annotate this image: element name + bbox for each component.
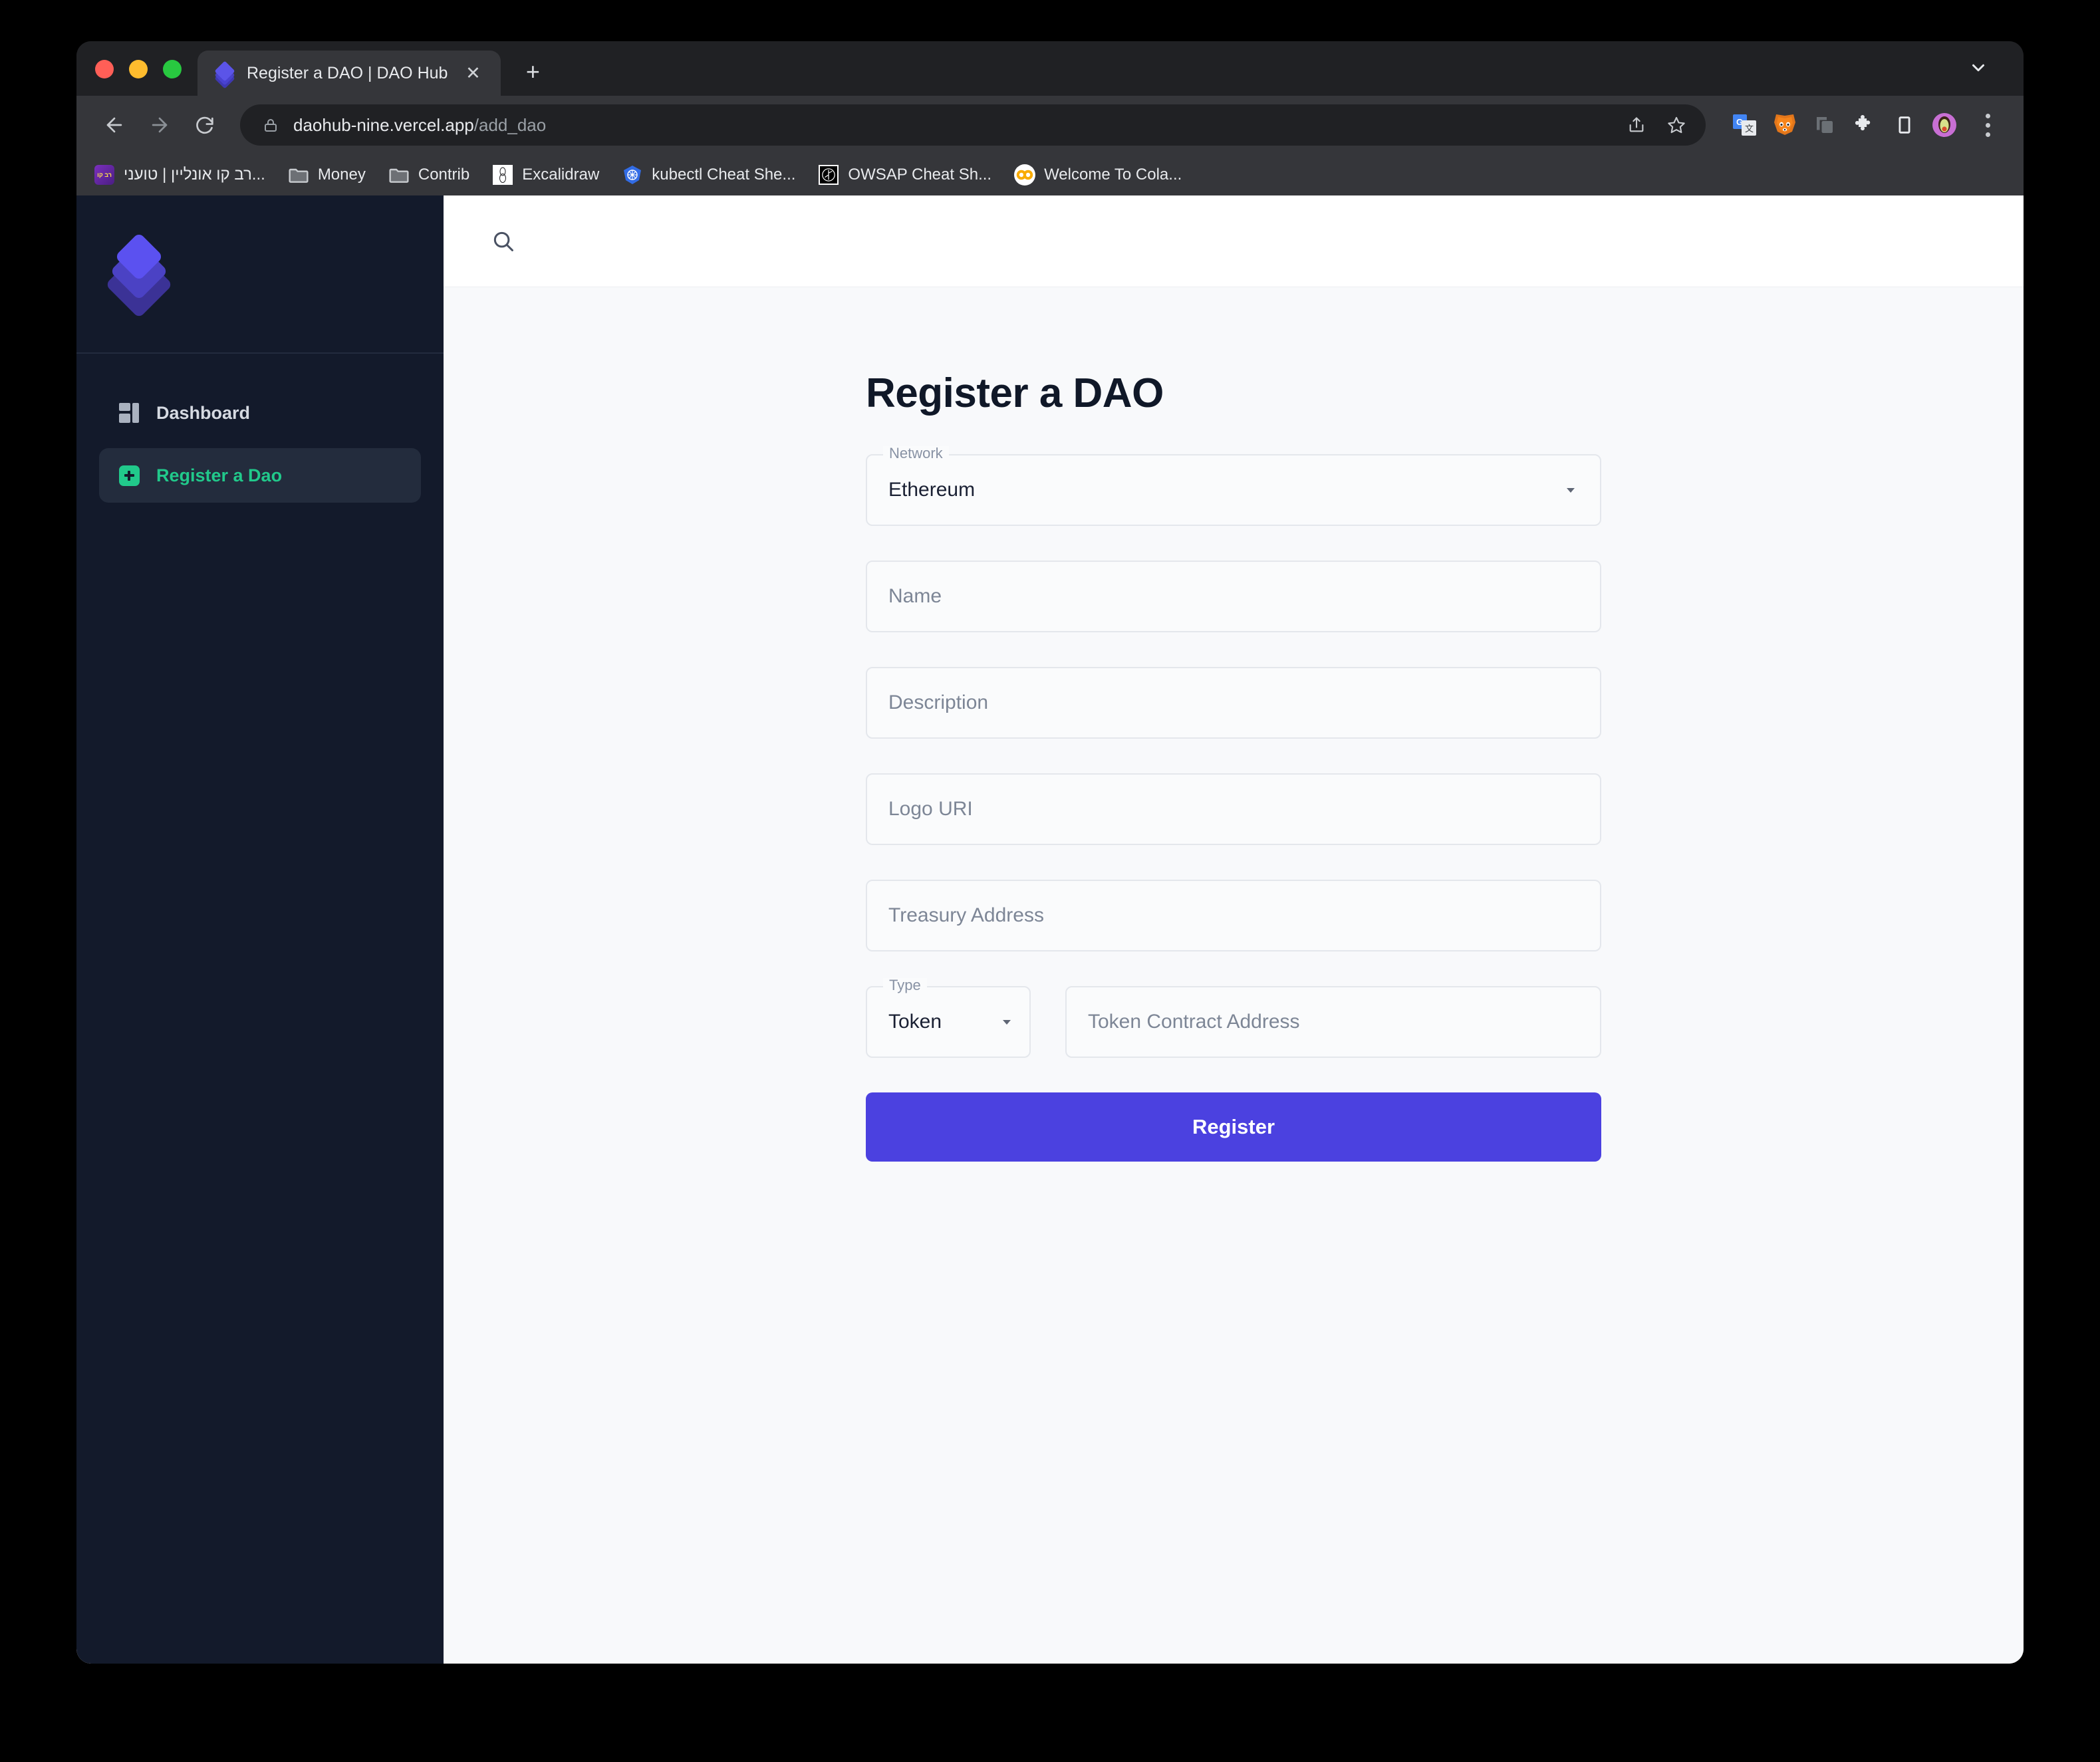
- url-text: daohub-nine.vercel.app/add_dao: [293, 115, 546, 136]
- url-domain: daohub-nine.vercel.app: [293, 114, 474, 135]
- puzzle-icon[interactable]: [1849, 110, 1880, 140]
- share-icon[interactable]: [1618, 106, 1655, 144]
- bookmark-item[interactable]: Welcome To Cola...: [1014, 160, 1182, 189]
- type-label: Type: [883, 978, 927, 993]
- three-dot-menu-icon[interactable]: [1972, 106, 2004, 144]
- page-title: Register a DAO: [866, 370, 1164, 416]
- bookmark-label: OWSAP Cheat Sh...: [848, 166, 992, 184]
- side-panel-icon[interactable]: [1889, 110, 1920, 140]
- kubernetes-favicon: [622, 164, 643, 186]
- page-viewport: Dashboard Register a Dao Register a DAO …: [76, 195, 2024, 1664]
- description-placeholder: Description: [888, 692, 989, 713]
- reload-icon[interactable]: [184, 104, 225, 146]
- bookmark-item[interactable]: Money: [288, 160, 366, 189]
- register-button[interactable]: Register: [866, 1092, 1601, 1162]
- svg-text:文: 文: [1745, 124, 1754, 134]
- bookmark-label: Money: [317, 166, 366, 184]
- chevron-down-icon: [999, 1014, 1015, 1030]
- search-icon[interactable]: [482, 220, 525, 263]
- logo-uri-placeholder: Logo URI: [888, 798, 973, 820]
- extension-icons: G 文: [1730, 110, 1960, 140]
- type-value: Token: [888, 1011, 942, 1033]
- window-controls: [95, 60, 197, 96]
- sidebar-item-register-a-dao[interactable]: Register a Dao: [99, 448, 421, 503]
- sidebar-item-label: Dashboard: [156, 402, 251, 423]
- new-tab-button[interactable]: +: [513, 52, 553, 92]
- token-contract-address-input[interactable]: Token Contract Address: [1065, 986, 1601, 1058]
- app-main: Register a DAO Network Ethereum Name Des…: [444, 195, 2024, 1664]
- treasury-address-input[interactable]: Treasury Address: [866, 880, 1601, 951]
- star-icon[interactable]: [1658, 106, 1695, 144]
- browser-window: Register a DAO | DAO Hub ✕ + daohub-nine…: [76, 41, 2024, 1664]
- window-capture-icon[interactable]: [1809, 110, 1840, 140]
- sidebar-nav: Dashboard Register a Dao: [76, 354, 444, 503]
- type-row: Type Token Token Contract Address: [866, 978, 1601, 1058]
- minimize-window-button[interactable]: [129, 60, 148, 78]
- owasp-favicon: [818, 164, 839, 186]
- folder-icon: [288, 164, 309, 186]
- bookmark-label: kubectl Cheat She...: [652, 166, 796, 184]
- metamask-icon[interactable]: [1770, 110, 1800, 140]
- bookmark-label: Contrib: [418, 166, 470, 184]
- tab-strip: Register a DAO | DAO Hub ✕ +: [76, 41, 2024, 96]
- maximize-window-button[interactable]: [163, 60, 182, 78]
- network-value: Ethereum: [888, 479, 976, 501]
- close-window-button[interactable]: [95, 60, 114, 78]
- profile-avatar[interactable]: [1929, 110, 1960, 140]
- app-sidebar: Dashboard Register a Dao: [76, 195, 444, 1664]
- address-bar[interactable]: daohub-nine.vercel.app/add_dao: [240, 104, 1706, 146]
- type-select[interactable]: Type Token: [866, 978, 1031, 1058]
- description-input[interactable]: Description: [866, 667, 1601, 739]
- lock-icon: [263, 117, 279, 133]
- bookmark-item[interactable]: OWSAP Cheat Sh...: [818, 160, 991, 189]
- close-icon[interactable]: ✕: [459, 60, 486, 86]
- bookmark-item[interactable]: kubectl Cheat She...: [622, 160, 795, 189]
- register-dao-form: Register a DAO Network Ethereum Name Des…: [866, 370, 1601, 1162]
- token-contract-address-placeholder: Token Contract Address: [1088, 1011, 1300, 1033]
- bookmarks-bar: רב קו רב קו אונליין | טועני... Money Con…: [76, 154, 2024, 195]
- bookmark-label: Welcome To Cola...: [1044, 166, 1182, 184]
- app-header: [444, 195, 2024, 287]
- plus-square-icon: [118, 464, 140, 487]
- browser-tab[interactable]: Register a DAO | DAO Hub ✕: [197, 51, 501, 96]
- excalidraw-favicon: [492, 164, 513, 186]
- arrow-left-icon[interactable]: [94, 104, 135, 146]
- bookmark-item[interactable]: Excalidraw: [492, 160, 599, 189]
- arrow-right-icon[interactable]: [139, 104, 180, 146]
- bookmark-label: רב קו אונליין | טועני...: [124, 166, 265, 184]
- sidebar-logo-area: [76, 195, 444, 354]
- rav-kav-favicon: רב קו: [94, 164, 115, 186]
- chevron-down-icon: [1563, 482, 1579, 498]
- treasury-address-placeholder: Treasury Address: [888, 904, 1044, 926]
- colab-favicon: [1014, 164, 1036, 186]
- dashboard-grid-icon: [118, 402, 140, 424]
- sidebar-item-dashboard[interactable]: Dashboard: [99, 386, 421, 440]
- network-label: Network: [883, 446, 949, 461]
- page-content: Register a DAO Network Ethereum Name Des…: [444, 287, 2024, 1664]
- name-input[interactable]: Name: [866, 561, 1601, 632]
- google-translate-icon[interactable]: G 文: [1730, 110, 1760, 140]
- dao-hub-layers-icon: [214, 61, 235, 89]
- bookmark-label: Excalidraw: [522, 166, 600, 184]
- logo-uri-input[interactable]: Logo URI: [866, 773, 1601, 845]
- browser-toolbar: daohub-nine.vercel.app/add_dao G 文: [76, 96, 2024, 154]
- sidebar-item-label: Register a Dao: [156, 465, 283, 485]
- chevron-down-icon[interactable]: [1964, 53, 1993, 82]
- bookmark-item[interactable]: Contrib: [388, 160, 469, 189]
- folder-icon: [388, 164, 410, 186]
- network-select[interactable]: Network Ethereum: [866, 446, 1601, 526]
- stacked-layers-logo[interactable]: [105, 232, 173, 318]
- omnibox-actions: [1618, 106, 1699, 144]
- bookmark-item[interactable]: רב קו רב קו אונליין | טועני...: [94, 160, 265, 189]
- name-placeholder: Name: [888, 585, 942, 607]
- url-path: /add_dao: [473, 114, 547, 135]
- tab-title: Register a DAO | DAO Hub: [247, 63, 448, 82]
